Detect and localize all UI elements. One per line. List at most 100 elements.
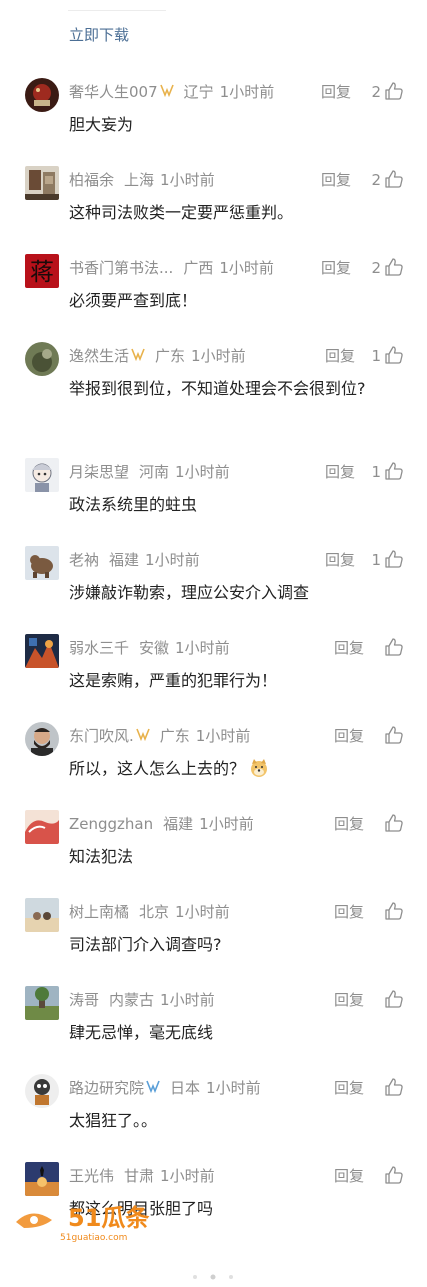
user-avatar[interactable]: 蒋 <box>25 254 59 288</box>
like-count: 2 <box>371 259 381 277</box>
reply-button[interactable]: 回复 <box>334 1166 364 1186</box>
user-avatar[interactable] <box>25 546 59 580</box>
verified-badge-icon <box>146 1078 160 1098</box>
username[interactable]: 王光伟 <box>69 1166 114 1186</box>
like-thumb-icon[interactable] <box>384 901 404 921</box>
like-count: 1 <box>371 347 381 365</box>
timestamp: 1小时前 <box>145 551 200 569</box>
reply-button[interactable]: 回复 <box>325 550 355 570</box>
reply-button[interactable]: 回复 <box>334 814 364 834</box>
like-count: 1 <box>371 551 381 569</box>
username[interactable]: Zenggzhan <box>69 814 153 834</box>
scroll-indicator <box>0 1268 427 1280</box>
like-thumb-icon[interactable] <box>384 81 404 101</box>
timestamp: 1小时前 <box>191 347 246 365</box>
user-avatar[interactable] <box>25 986 59 1020</box>
reply-button[interactable]: 回复 <box>334 638 364 658</box>
like-thumb-icon[interactable] <box>384 813 404 833</box>
username[interactable]: 月柒思望 <box>69 462 129 482</box>
avatar-char: 蒋 <box>30 258 54 286</box>
verified-badge-icon <box>131 346 145 366</box>
username[interactable]: 奢华人生007 <box>69 82 158 102</box>
like-thumb-icon[interactable] <box>384 989 404 1009</box>
comment-text: 必须要严查到底！ <box>69 291 198 310</box>
like-count: 2 <box>371 83 381 101</box>
like-thumb-icon[interactable] <box>384 257 404 277</box>
verified-badge-icon <box>136 726 150 746</box>
like-thumb-icon[interactable] <box>384 549 404 569</box>
timestamp: 1小时前 <box>206 1079 261 1097</box>
location-label: 广东 <box>159 727 190 745</box>
username[interactable]: 老衲 <box>69 550 99 570</box>
reply-button[interactable]: 回复 <box>325 346 355 366</box>
comment-text: 这是索贿，严重的犯罪行为！ <box>69 671 278 690</box>
timestamp: 1小时前 <box>160 1167 215 1185</box>
location-label: 福建 <box>109 551 140 569</box>
comment-text: 这种司法败类一定要严惩重判。 <box>69 203 294 222</box>
user-avatar[interactable] <box>25 722 59 756</box>
username[interactable]: 路边研究院 <box>69 1078 144 1098</box>
username[interactable]: 树上南橘 <box>69 902 129 922</box>
comment-text: 肆无忌惮，毫无底线 <box>69 1023 214 1042</box>
username[interactable]: 柏福余 <box>69 170 114 190</box>
location-label: 安徽 <box>139 639 170 657</box>
user-avatar[interactable] <box>25 166 59 200</box>
timestamp: 1小时前 <box>195 727 251 745</box>
watermark-url: 51guatiao.com <box>60 1233 127 1243</box>
like-thumb-icon[interactable] <box>384 169 404 189</box>
user-avatar[interactable] <box>25 458 59 492</box>
timestamp: 1小时前 <box>160 991 215 1009</box>
comment-text: 涉嫌敲诈勒索，理应公安介入调查 <box>69 583 310 602</box>
reply-button[interactable]: 回复 <box>334 902 364 922</box>
user-avatar[interactable] <box>25 78 59 112</box>
watermark-brand: 51瓜条 <box>68 1204 150 1232</box>
comment-text-content: 所以，这人怎么上去的？ <box>69 759 246 778</box>
like-thumb-icon[interactable] <box>384 461 404 481</box>
timestamp: 1小时前 <box>175 639 230 657</box>
watermark-logo: 51瓜条 51guatiao.com <box>12 1198 152 1244</box>
timestamp: 1小时前 <box>175 463 230 481</box>
like-thumb-icon[interactable] <box>384 637 404 657</box>
comment-text: 胆大妄为 <box>69 115 134 134</box>
comment-text: 太猖狂了。。 <box>69 1111 158 1130</box>
timestamp: 1小时前 <box>175 903 230 921</box>
like-thumb-icon[interactable] <box>384 345 404 365</box>
like-count: 1 <box>371 463 381 481</box>
username[interactable]: 东门吹风. <box>69 726 134 746</box>
timestamp: 1小时前 <box>219 83 275 101</box>
location-label: 广东 <box>155 347 186 365</box>
location-label: 河南 <box>139 463 170 481</box>
doge-emoji-icon <box>249 758 269 787</box>
location-label: 内蒙古 <box>109 991 155 1009</box>
username[interactable]: 书香门第书法... <box>69 258 173 278</box>
user-avatar[interactable] <box>25 810 59 844</box>
reply-button[interactable]: 回复 <box>325 462 355 482</box>
download-link[interactable]: 立即下载 <box>69 24 129 45</box>
reply-button[interactable]: 回复 <box>321 258 351 278</box>
verified-badge-icon <box>159 82 174 102</box>
location-label: 福建 <box>163 815 194 833</box>
location-label: 日本 <box>170 1079 201 1097</box>
location-label: 辽宁 <box>183 83 214 101</box>
username[interactable]: 弱水三千 <box>69 638 129 658</box>
reply-button[interactable]: 回复 <box>334 726 364 746</box>
user-avatar[interactable] <box>25 1074 59 1108</box>
user-avatar[interactable] <box>25 342 59 376</box>
reply-button[interactable]: 回复 <box>334 1078 364 1098</box>
top-divider <box>68 0 166 11</box>
user-avatar[interactable] <box>25 1162 59 1196</box>
reply-button[interactable]: 回复 <box>321 170 351 190</box>
timestamp: 1小时前 <box>219 259 274 277</box>
reply-button[interactable]: 回复 <box>321 82 351 102</box>
user-avatar[interactable] <box>25 634 59 668</box>
like-thumb-icon[interactable] <box>384 1165 404 1185</box>
comment-text: 司法部门介入调查吗? <box>69 935 222 954</box>
like-thumb-icon[interactable] <box>384 1077 404 1097</box>
username[interactable]: 逸然生活 <box>69 346 129 366</box>
like-thumb-icon[interactable] <box>384 725 404 745</box>
like-count: 2 <box>371 171 381 189</box>
user-avatar[interactable] <box>25 898 59 932</box>
username[interactable]: 涛哥 <box>69 990 99 1010</box>
reply-button[interactable]: 回复 <box>334 990 364 1010</box>
location-label: 甘肃 <box>124 1167 155 1185</box>
